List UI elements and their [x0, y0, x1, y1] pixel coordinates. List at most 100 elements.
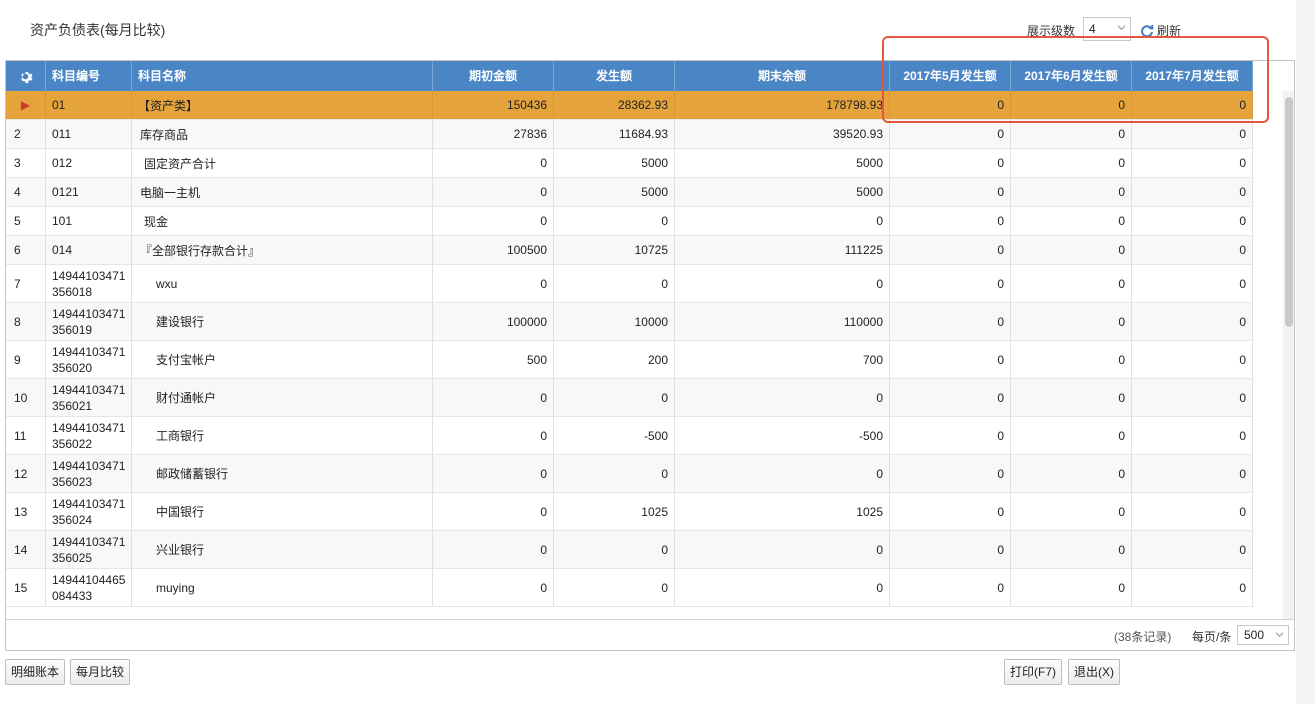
record-count: (38条记录)	[1114, 630, 1172, 644]
cell-occurrence-amount: -500	[554, 417, 675, 454]
table-row[interactable]: 11 14944103471356022 工商银行 0 -500 -500 0 0 0	[6, 417, 1253, 455]
table-row[interactable]: 14 14944103471356025 兴业银行 0 0 0 0 0 0	[6, 531, 1253, 569]
column-header-opening-amount[interactable]: 期初金额	[433, 61, 554, 91]
cell-may-2017-amount: 0	[890, 149, 1011, 177]
cell-occurrence-amount: 200	[554, 341, 675, 378]
column-settings-button[interactable]	[6, 61, 46, 91]
column-header-jun-2017-amount[interactable]: 2017年6月发生额	[1011, 61, 1132, 91]
print-button[interactable]: 打印(F7)	[1004, 659, 1062, 685]
table-row[interactable]: 3 012 固定资产合计 0 5000 5000 0 0 0	[6, 149, 1253, 178]
cell-ending-balance: 0	[675, 265, 890, 302]
table-row[interactable]: 10 14944103471356021 财付通帐户 0 0 0 0 0 0	[6, 379, 1253, 417]
table-row[interactable]: 15 14944104465084433 muying 0 0 0 0 0 0	[6, 569, 1253, 607]
cell-occurrence-amount: 1025	[554, 493, 675, 530]
table-row[interactable]: 5 101 现金 0 0 0 0 0 0	[6, 207, 1253, 236]
cell-account-name: 库存商品	[132, 120, 433, 148]
table-row[interactable]: 8 14944103471356019 建设银行 100000 10000 110000 0…	[6, 303, 1253, 341]
cell-opening-amount: 0	[433, 569, 554, 606]
cell-opening-amount: 150436	[433, 91, 554, 119]
column-header-occurrence-amount[interactable]: 发生额	[554, 61, 675, 91]
cell-row-number: 13	[6, 493, 46, 530]
cell-jul-2017-amount: 0	[1132, 569, 1253, 606]
refresh-button[interactable]: 刷新	[1140, 22, 1181, 39]
cell-may-2017-amount: 0	[890, 341, 1011, 378]
chevron-down-icon	[1117, 25, 1126, 31]
cell-account-code: 01	[46, 91, 132, 119]
cell-opening-amount: 0	[433, 531, 554, 568]
cell-account-name: 【资产类】	[132, 91, 433, 119]
cell-jun-2017-amount: 0	[1011, 91, 1132, 119]
cell-jun-2017-amount: 0	[1011, 178, 1132, 206]
cell-account-code: 014	[46, 236, 132, 264]
data-grid: 科目编号 科目名称 期初金额 发生额 期末余额 2017年5月发生额 2017年6月发生额 2…	[5, 60, 1295, 651]
cell-ending-balance: 700	[675, 341, 890, 378]
cell-jul-2017-amount: 0	[1132, 531, 1253, 568]
level-select[interactable]: 4	[1083, 17, 1131, 41]
cell-opening-amount: 500	[433, 341, 554, 378]
column-header-account-name[interactable]: 科目名称	[132, 61, 433, 91]
scrollbar-thumb[interactable]	[1285, 97, 1293, 327]
cell-jul-2017-amount: 0	[1132, 236, 1253, 264]
cell-opening-amount: 0	[433, 207, 554, 235]
column-header-ending-balance[interactable]: 期末余额	[675, 61, 890, 91]
cell-jun-2017-amount: 0	[1011, 236, 1132, 264]
cell-jun-2017-amount: 0	[1011, 569, 1132, 606]
window-edge	[1296, 0, 1315, 704]
cell-opening-amount: 0	[433, 417, 554, 454]
table-row[interactable]: 13 14944103471356024 中国银行 0 1025 1025 0 0 0	[6, 493, 1253, 531]
exit-button[interactable]: 退出(X)	[1068, 659, 1120, 685]
cell-account-name: 邮政储蓄银行	[132, 455, 433, 492]
cell-opening-amount: 0	[433, 265, 554, 302]
column-header-jul-2017-amount[interactable]: 2017年7月发生额	[1132, 61, 1253, 91]
cell-row-number: 3	[6, 149, 46, 177]
cell-jun-2017-amount: 0	[1011, 493, 1132, 530]
cell-may-2017-amount: 0	[890, 120, 1011, 148]
cell-account-name: 『全部银行存款合计』	[132, 236, 433, 264]
selected-row-marker-icon: ▶	[6, 91, 46, 119]
column-header-account-code[interactable]: 科目编号	[46, 61, 132, 91]
cell-occurrence-amount: 0	[554, 455, 675, 492]
table-row[interactable]: 4 0121 电脑一主机 0 5000 5000 0 0 0	[6, 178, 1253, 207]
cell-jul-2017-amount: 0	[1132, 207, 1253, 235]
column-header-may-2017-amount[interactable]: 2017年5月发生额	[890, 61, 1011, 91]
cell-occurrence-amount: 10725	[554, 236, 675, 264]
per-page-select[interactable]: 500	[1237, 625, 1289, 645]
cell-ending-balance: -500	[675, 417, 890, 454]
cell-jul-2017-amount: 0	[1132, 91, 1253, 119]
cell-ending-balance: 1025	[675, 493, 890, 530]
table-row[interactable]: 9 14944103471356020 支付宝帐户 500 200 700 0 0 0	[6, 341, 1253, 379]
cell-jul-2017-amount: 0	[1132, 149, 1253, 177]
cell-jul-2017-amount: 0	[1132, 379, 1253, 416]
cell-ending-balance: 5000	[675, 149, 890, 177]
cell-jul-2017-amount: 0	[1132, 417, 1253, 454]
cell-may-2017-amount: 0	[890, 303, 1011, 340]
detail-ledger-button[interactable]: 明细账本	[5, 659, 66, 685]
table-row-selected[interactable]: ▶ 01 【资产类】 150436 28362.93 178798.93 0 0 0	[6, 91, 1253, 120]
cell-jun-2017-amount: 0	[1011, 417, 1132, 454]
table-row[interactable]: 7 14944103471356018 wxu 0 0 0 0 0 0	[6, 265, 1253, 303]
table-row[interactable]: 12 14944103471356023 邮政储蓄银行 0 0 0 0 0 0	[6, 455, 1253, 493]
vertical-scrollbar[interactable]	[1255, 91, 1294, 619]
cell-row-number: 6	[6, 236, 46, 264]
cell-jun-2017-amount: 0	[1011, 455, 1132, 492]
monthly-compare-button[interactable]: 每月比较	[70, 659, 131, 685]
cell-jun-2017-amount: 0	[1011, 207, 1132, 235]
table-row[interactable]: 2 011 库存商品 27836 11684.93 39520.93 0 0 0	[6, 120, 1253, 149]
cell-occurrence-amount: 0	[554, 569, 675, 606]
cell-occurrence-amount: 0	[554, 531, 675, 568]
cell-may-2017-amount: 0	[890, 379, 1011, 416]
cell-occurrence-amount: 0	[554, 207, 675, 235]
cell-ending-balance: 111225	[675, 236, 890, 264]
cell-jun-2017-amount: 0	[1011, 341, 1132, 378]
level-select-value: 4	[1089, 22, 1096, 36]
cell-occurrence-amount: 5000	[554, 178, 675, 206]
cell-opening-amount: 0	[433, 493, 554, 530]
cell-may-2017-amount: 0	[890, 569, 1011, 606]
cell-row-number: 11	[6, 417, 46, 454]
cell-account-name: 建设银行	[132, 303, 433, 340]
table-row[interactable]: 6 014 『全部银行存款合计』 100500 10725 111225 0 0 0	[6, 236, 1253, 265]
gear-icon	[21, 71, 33, 83]
cell-account-code: 14944103471356024	[46, 493, 132, 530]
cell-opening-amount: 27836	[433, 120, 554, 148]
cell-account-name: 现金	[132, 207, 433, 235]
